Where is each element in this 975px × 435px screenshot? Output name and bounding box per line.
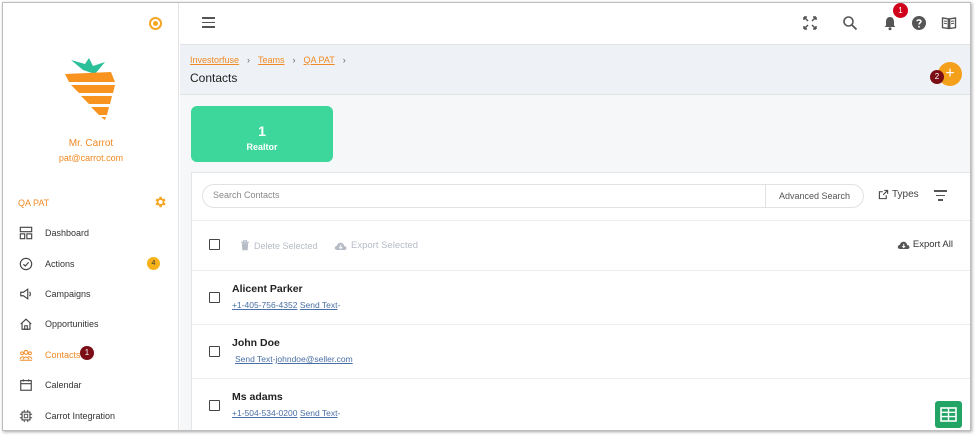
delete-selected-button[interactable]: Delete Selected [240,240,318,251]
page-title: Contacts [190,71,238,85]
step-one-badge: 1 [80,345,94,360]
team-label: QA PAT [18,198,50,208]
external-link-icon [878,189,889,200]
filter-icon[interactable] [934,190,947,201]
contact-name[interactable]: Ms adams [232,391,283,403]
contacts-panel: Advanced Search Types Delete Selected Ex… [191,172,970,430]
sidebar-item-opportunities[interactable]: Opportunities [3,309,179,339]
cloud-download-icon [897,241,910,249]
contact-checkbox[interactable] [209,292,220,303]
cloud-download-icon [334,242,347,250]
search-icon[interactable] [842,15,858,31]
carrot-logo [65,58,115,120]
export-selected-label: Export Selected [351,240,419,251]
bulk-actions-row: Delete Selected Export Selected Export A… [192,220,970,270]
realtor-summary-card[interactable]: 1 Realtor [191,106,333,162]
google-sheets-button[interactable] [935,401,962,428]
contact-email-link[interactable]: johndoe@seller.com [276,354,353,364]
home-icon [20,318,32,331]
realtor-count: 1 [258,123,266,139]
contact-separator: - [337,408,341,418]
sidebar-item-label: Dashboard [45,228,90,239]
types-label: Types [892,189,919,200]
dashboard-icon [19,226,33,240]
bell-icon[interactable] [882,15,898,31]
user-account-icon[interactable] [149,17,162,30]
breadcrumb-team[interactable]: QA PAT [304,55,335,65]
contact-checkbox[interactable] [209,400,220,411]
actions-count-badge: 4 [147,257,160,271]
fullscreen-icon[interactable] [802,15,818,31]
contact-row[interactable]: John Doe Send Text-johndoe@seller.com [192,324,970,378]
user-email: pat@carrot.com [58,153,124,163]
contact-meta: +1-405-756-4352 Send Text- [232,300,340,310]
delete-selected-label: Delete Selected [254,240,318,251]
breadcrumb-separator: › [342,55,346,65]
user-name: Mr. Carrot [68,138,114,149]
breadcrumb-separator: › [292,55,296,65]
app-window: Mr. Carrot pat@carrot.com QA PAT Dashboa… [2,2,971,431]
sidebar: Mr. Carrot pat@carrot.com QA PAT Dashboa… [3,3,179,430]
breadcrumb: Investorfuse › Teams › QA PAT › [190,55,346,65]
contact-phone-link[interactable]: +1-504-534-0200 [232,408,297,418]
main-content: 1 Realtor Advanced Search Types Delete S… [180,95,970,430]
sidebar-item-dashboard[interactable]: Dashboard [3,218,179,248]
contact-row[interactable]: Ms adams +1-504-534-0200 Send Text- [192,378,970,430]
select-all-checkbox[interactable] [209,239,220,250]
spreadsheet-icon [940,407,957,422]
contact-phone-link[interactable]: +1-405-756-4352 [232,300,297,310]
contacts-icon [19,349,33,361]
sidebar-nav: Dashboard Actions 4 Campaigns Opportunit… [3,218,179,430]
book-icon[interactable] [941,15,957,31]
check-circle-icon [19,257,33,270]
realtor-label: Realtor [246,142,278,152]
contact-meta: Send Text-johndoe@seller.com [232,354,353,364]
sidebar-item-calendar[interactable]: Calendar [3,370,179,400]
help-icon[interactable] [911,15,927,31]
breadcrumb-investorfuse[interactable]: Investorfuse [190,55,239,65]
contact-name[interactable]: Alicent Parker [232,283,303,295]
notification-count-badge: 1 [893,3,908,18]
contact-meta: +1-504-534-0200 Send Text- [232,408,340,418]
sidebar-item-label: Opportunities [45,319,99,330]
sidebar-item-carrot-integration[interactable]: Carrot Integration [3,400,179,430]
breadcrumb-teams[interactable]: Teams [258,55,285,65]
menu-icon[interactable] [202,17,215,28]
step-two-badge: 2 [930,70,944,84]
send-text-link[interactable]: Send Text [235,354,273,364]
contact-row[interactable]: Alicent Parker +1-405-756-4352 Send Text… [192,270,970,324]
contact-checkbox[interactable] [209,346,220,357]
breadcrumb-separator: › [247,55,251,65]
types-button[interactable]: Types [878,189,919,200]
sidebar-item-actions[interactable]: Actions 4 [3,248,179,278]
send-text-link[interactable]: Send Text [300,300,338,310]
export-all-label: Export All [912,239,953,250]
contact-separator: - [337,300,341,310]
advanced-search-button[interactable]: Advanced Search [765,185,863,207]
sidebar-item-contacts[interactable]: Contacts 1 [3,340,179,370]
chip-icon [19,409,33,422]
gear-icon[interactable] [153,195,167,209]
sidebar-item-label: Contacts [45,349,81,360]
search-bar: Advanced Search [202,184,864,208]
megaphone-icon [20,288,31,300]
send-text-link[interactable]: Send Text [300,408,338,418]
contact-name[interactable]: John Doe [232,337,280,349]
calendar-icon [20,379,32,391]
export-selected-button[interactable]: Export Selected [334,240,418,251]
sidebar-item-label: Campaigns [45,288,91,299]
sidebar-item-campaigns[interactable]: Campaigns [3,279,179,309]
top-bar: 1 [180,3,970,45]
export-all-button[interactable]: Export All [897,239,953,250]
sidebar-item-label: Calendar [45,380,82,391]
trash-icon [241,240,249,251]
sidebar-item-label: Actions [45,258,75,269]
page-header: Investorfuse › Teams › QA PAT › Contacts… [180,45,970,95]
sidebar-item-label: Carrot Integration [45,410,116,421]
search-input[interactable] [213,190,753,200]
